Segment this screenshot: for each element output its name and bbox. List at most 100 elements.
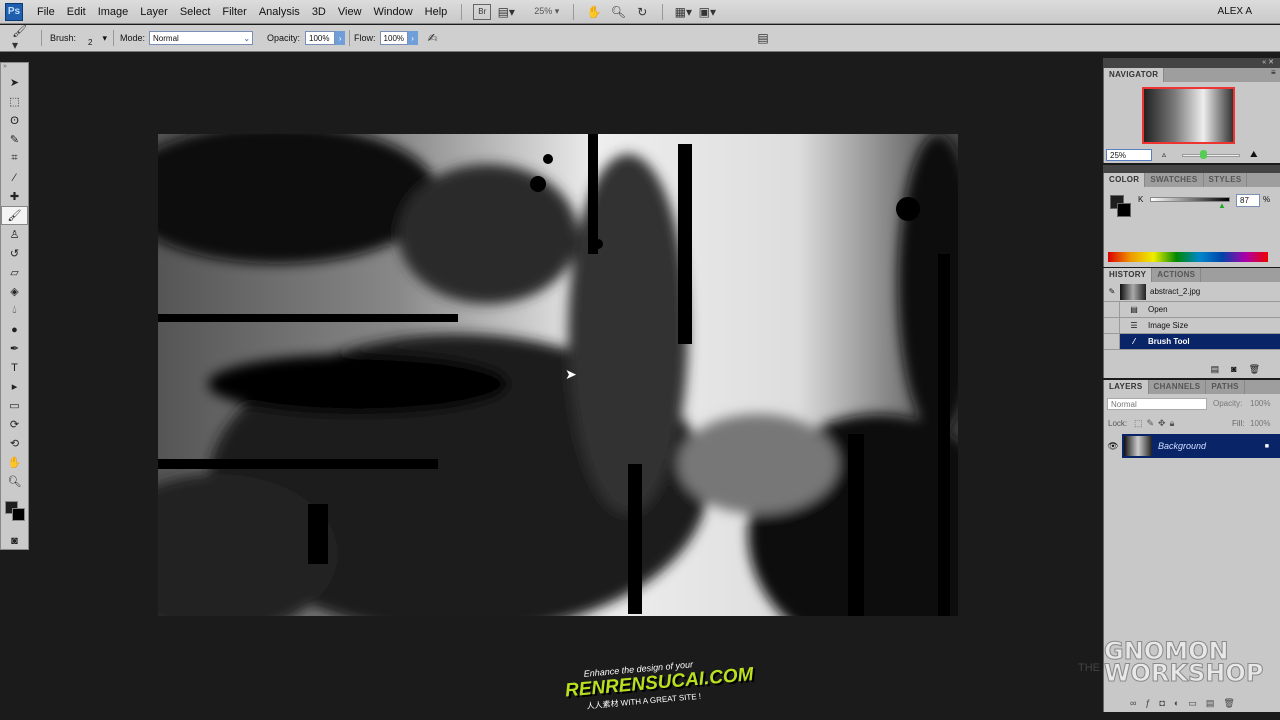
tab-navigator[interactable]: NAVIGATOR [1104, 68, 1165, 82]
brush-tool-icon[interactable]: 🖌︎ [1, 206, 28, 225]
new-layer-icon[interactable]: ▤ [1206, 698, 1224, 708]
panel-menu-icon[interactable]: ≡ [1271, 68, 1280, 82]
tab-history[interactable]: HISTORY [1104, 268, 1153, 282]
layer-opacity-value[interactable]: 100% [1250, 399, 1270, 408]
rotate-view-icon[interactable]: ↻ [633, 4, 651, 20]
3d-orbit-tool-icon[interactable]: ⟲ [1, 434, 28, 453]
color-background[interactable] [1117, 203, 1131, 217]
document-canvas[interactable]: ➤ [158, 134, 958, 616]
link-icon[interactable]: ∞ [1130, 698, 1145, 708]
group-icon[interactable]: ▭ [1188, 698, 1206, 708]
adjustment-icon[interactable]: ◐ [1174, 698, 1188, 708]
quick-select-tool-icon[interactable]: ✎ [1, 130, 28, 149]
delete-layer-icon[interactable]: 🗑︎ [1223, 698, 1243, 708]
tab-styles[interactable]: STYLES [1204, 173, 1248, 187]
tab-color[interactable]: COLOR [1104, 173, 1146, 187]
zoom-icon[interactable]: 🔍︎ [609, 4, 627, 20]
k-value-input[interactable]: 87 [1236, 194, 1260, 207]
history-snapshot[interactable]: ✎ abstract_2.jpg [1104, 282, 1280, 302]
mode-select[interactable]: Normal ⌄ [149, 31, 254, 45]
fx-icon[interactable]: ƒ [1145, 698, 1159, 708]
history-panel: HISTORY ACTIONS ✎ abstract_2.jpg ▤ Open ☰ Im… [1103, 268, 1280, 378]
opacity-input[interactable]: 100% [305, 31, 336, 45]
opacity-slider-button[interactable]: › [335, 31, 346, 45]
menu-filter[interactable]: Filter [216, 6, 252, 18]
3d-rotate-tool-icon[interactable]: ⟳ [1, 415, 28, 434]
hand-tool-icon[interactable]: ✋ [1, 453, 28, 472]
menu-window[interactable]: Window [368, 6, 419, 18]
brush-size[interactable]: 2 [88, 38, 92, 47]
shape-tool-icon[interactable]: ▭ [1, 396, 28, 415]
eye-icon[interactable]: 👁︎ [1104, 441, 1122, 452]
move-tool-icon[interactable]: ➤ [1, 73, 28, 92]
brush-preset-icon[interactable]: 🖌︎▾ [12, 24, 30, 52]
mini-bridge-icon[interactable]: ▤▾ [497, 4, 515, 20]
path-select-tool-icon[interactable]: ▸ [1, 377, 28, 396]
toolbox-collapse-icon[interactable]: » [1, 63, 28, 73]
history-step-image-size[interactable]: ☰ Image Size [1104, 318, 1280, 334]
blend-mode-select[interactable]: Normal [1107, 398, 1207, 410]
hand-icon[interactable]: ✋ [585, 4, 603, 20]
menu-edit[interactable]: Edit [61, 6, 92, 18]
tab-channels[interactable]: CHANNELS [1149, 380, 1207, 394]
menu-file[interactable]: File [31, 6, 61, 18]
new-document-icon[interactable]: ▤ [1211, 364, 1232, 374]
clone-stamp-tool-icon[interactable]: ♙ [1, 225, 28, 244]
menu-analysis[interactable]: Analysis [253, 6, 306, 18]
zoom-out-icon[interactable]: ▵ [1162, 150, 1166, 159]
flow-slider-button[interactable]: › [407, 31, 418, 45]
tab-layers[interactable]: LAYERS [1104, 380, 1149, 394]
tab-paths[interactable]: PATHS [1206, 380, 1245, 394]
workspace-user[interactable]: ALEX A [1212, 6, 1258, 17]
airbrush-icon[interactable]: ✍︎ [424, 30, 442, 46]
layer-fill-value[interactable]: 100% [1250, 419, 1270, 428]
menu-3d[interactable]: 3D [306, 6, 332, 18]
lock-icons[interactable]: ⬚✎✥🔒︎ [1134, 418, 1178, 429]
color-swatches[interactable] [1, 491, 28, 531]
zoom-level-dropdown[interactable]: 25% ▾ [528, 6, 565, 17]
dodge-tool-icon[interactable]: ● [1, 320, 28, 339]
zoom-in-icon[interactable]: ⛰ [1250, 149, 1258, 160]
blur-tool-icon[interactable]: 💧︎ [1, 301, 28, 320]
brush-panel-icon[interactable]: ▤ [754, 30, 772, 46]
background-color[interactable] [12, 508, 25, 521]
healing-brush-tool-icon[interactable]: ✚ [1, 187, 28, 206]
trash-icon[interactable]: 🗑︎ [1249, 364, 1272, 374]
mask-icon[interactable]: ◘ [1159, 698, 1173, 708]
menu-view[interactable]: View [332, 6, 368, 18]
paint-bucket-tool-icon[interactable]: ◈ [1, 282, 28, 301]
type-tool-icon[interactable]: T [1, 358, 28, 377]
history-step-open[interactable]: ▤ Open [1104, 302, 1280, 318]
arrange-documents-icon[interactable]: ▦▾ [674, 4, 692, 20]
eraser-tool-icon[interactable]: ▱ [1, 263, 28, 282]
navigator-zoom-slider[interactable] [1182, 154, 1240, 157]
menu-select[interactable]: Select [174, 6, 217, 18]
k-slider-handle[interactable]: ▲ [1218, 201, 1226, 210]
navigator-thumbnail[interactable] [1142, 87, 1235, 144]
pen-tool-icon[interactable]: ✒ [1, 339, 28, 358]
zoom-tool-icon[interactable]: 🔍︎ [1, 472, 28, 491]
flow-input[interactable]: 100% [379, 31, 408, 45]
marquee-tool-icon[interactable]: ⬚ [1, 92, 28, 111]
slider-handle[interactable] [1200, 150, 1207, 159]
tab-actions[interactable]: ACTIONS [1152, 268, 1202, 282]
menu-image[interactable]: Image [92, 6, 135, 18]
panel-dock-header[interactable]: « ✕ [1103, 58, 1280, 68]
navigator-zoom-input[interactable]: 25% [1106, 149, 1152, 161]
quick-mask-icon[interactable]: ◙ [1, 531, 28, 550]
menu-layer[interactable]: Layer [134, 6, 174, 18]
snapshot-icon[interactable]: ◙ [1231, 364, 1248, 374]
history-brush-tool-icon[interactable]: ↺ [1, 244, 28, 263]
screen-mode-icon[interactable]: ▣▾ [698, 4, 716, 20]
crop-tool-icon[interactable]: ⌗ [1, 149, 28, 168]
brush-dropdown-icon[interactable]: ▾ [102, 33, 107, 44]
lasso-tool-icon[interactable]: ʘ [1, 111, 28, 130]
tab-swatches[interactable]: SWATCHES [1145, 173, 1204, 187]
history-step-brush-tool[interactable]: ⁄ Brush Tool [1104, 334, 1280, 350]
eyedropper-tool-icon[interactable]: ⁄ [1, 168, 28, 187]
step-label: Brush Tool [1148, 337, 1190, 346]
bridge-button[interactable]: Br [473, 3, 492, 20]
color-spectrum-bar[interactable] [1108, 252, 1268, 262]
menu-help[interactable]: Help [419, 6, 454, 18]
layer-row-background[interactable]: 👁︎ Background ■ [1104, 434, 1280, 458]
